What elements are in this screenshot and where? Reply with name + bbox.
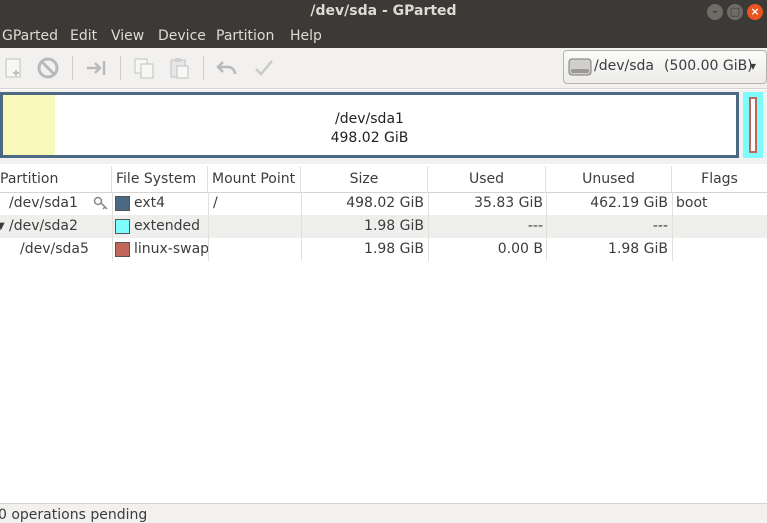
filesystem-name: linux-swap: [134, 241, 210, 257]
column-divider: [428, 192, 429, 261]
filesystem-color-swatch: [115, 196, 130, 211]
expander-chevron-icon[interactable]: ▼: [0, 215, 5, 238]
column-header-partition[interactable]: Partition: [0, 166, 112, 192]
filesystem-name: ext4: [134, 195, 166, 211]
menu-edit[interactable]: Edit: [70, 28, 97, 44]
toolbar-separator: [120, 56, 121, 80]
filesystem-color-swatch: [115, 219, 130, 234]
table-row[interactable]: ▼ /dev/sda2 extended 1.98 GiB --- ---: [0, 215, 767, 238]
resize-move-icon[interactable]: [84, 56, 108, 80]
key-icon: [93, 196, 108, 210]
partition-size: 498.02 GiB: [346, 195, 424, 211]
partition-unused: ---: [652, 218, 668, 234]
menu-view[interactable]: View: [111, 28, 144, 44]
partition-block-extended[interactable]: [743, 92, 763, 158]
partition-size: 1.98 GiB: [364, 241, 424, 257]
menu-partition[interactable]: Partition: [216, 28, 274, 44]
partition-unused: 462.19 GiB: [590, 195, 668, 211]
apply-icon[interactable]: [252, 56, 276, 80]
partition-block-swap[interactable]: [749, 97, 757, 153]
toolbar-separator: [72, 56, 73, 80]
column-divider: [546, 192, 547, 261]
copy-icon[interactable]: [132, 56, 156, 80]
partition-used: 35.83 GiB: [474, 195, 543, 211]
column-divider: [672, 192, 673, 261]
table-row[interactable]: /dev/sda5 linux-swap 1.98 GiB 0.00 B 1.9…: [0, 238, 767, 261]
paste-icon[interactable]: [167, 56, 191, 80]
minimize-button[interactable]: –: [707, 4, 723, 20]
partition-name: /dev/sda1: [9, 195, 78, 211]
partition-flags: boot: [676, 195, 708, 211]
undo-icon[interactable]: [215, 56, 239, 80]
chevron-down-icon: ▾: [749, 59, 756, 73]
menu-device[interactable]: Device: [158, 28, 206, 44]
menu-help[interactable]: Help: [290, 28, 322, 44]
status-bar: 0 operations pending: [0, 503, 767, 523]
table-header: Partition File System Mount Point Size U…: [0, 166, 767, 193]
status-text: 0 operations pending: [0, 507, 148, 523]
partition-unused: 1.98 GiB: [608, 241, 668, 257]
column-header-unused[interactable]: Unused: [546, 166, 672, 192]
window-title: /dev/sda - GParted: [310, 3, 457, 19]
partition-size: 1.98 GiB: [364, 218, 424, 234]
partition-name: /dev/sda2: [9, 218, 78, 234]
disk-map: /dev/sda1 498.02 GiB: [0, 90, 767, 164]
column-header-mountpoint[interactable]: Mount Point: [208, 166, 301, 192]
table-row[interactable]: /dev/sda1 ext4 / 498.02 GiB 35.83 GiB 46…: [0, 192, 767, 215]
mount-point: /: [213, 195, 218, 211]
device-name: /dev/sda: [594, 58, 654, 74]
new-partition-icon[interactable]: [2, 56, 26, 80]
partition-block-name: /dev/sda1: [335, 111, 404, 127]
partition-used: 0.00 B: [497, 241, 543, 257]
partition-block-sda1[interactable]: /dev/sda1 498.02 GiB: [0, 92, 739, 158]
partition-used: ---: [527, 218, 543, 234]
menu-gparted[interactable]: GParted: [2, 28, 58, 44]
toolbar-separator: [203, 56, 204, 80]
menu-bar: GParted Edit View Device Partition Help: [0, 24, 767, 48]
hard-disk-icon: [568, 58, 592, 76]
device-selector[interactable]: /dev/sda (500.00 GiB) ▾: [563, 50, 767, 84]
close-button[interactable]: ×: [747, 4, 763, 20]
partition-name: /dev/sda5: [20, 241, 89, 257]
partition-block-size: 498.02 GiB: [330, 130, 409, 146]
column-header-size[interactable]: Size: [301, 166, 428, 192]
filesystem-color-swatch: [115, 242, 130, 257]
column-header-used[interactable]: Used: [428, 166, 546, 192]
column-header-filesystem[interactable]: File System: [112, 166, 208, 192]
maximize-button[interactable]: □: [727, 4, 743, 20]
filesystem-name: extended: [134, 218, 201, 234]
device-size: (500.00 GiB): [664, 58, 753, 74]
title-bar: /dev/sda - GParted – □ ×: [0, 0, 767, 24]
delete-icon[interactable]: [36, 56, 60, 80]
column-divider: [301, 192, 302, 261]
column-divider: [112, 192, 113, 261]
column-divider: [208, 192, 209, 261]
column-header-flags[interactable]: Flags: [672, 166, 767, 192]
